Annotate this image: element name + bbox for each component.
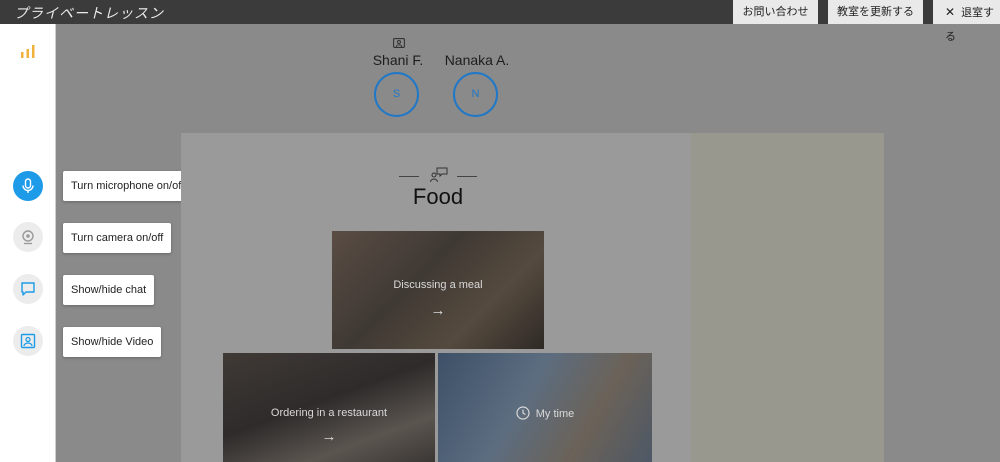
camera-tooltip: Turn camera on/off — [63, 223, 172, 253]
card-label-row: My time — [438, 406, 652, 420]
app-title: プライベートレッスン — [14, 6, 164, 22]
video-toggle-button[interactable] — [13, 326, 43, 356]
presenter-icon — [393, 38, 405, 48]
arrow-right-icon: → — [321, 428, 337, 445]
camera-toggle-button[interactable] — [13, 222, 43, 252]
card-label: My time — [535, 408, 575, 420]
lesson-card-discussing-a-meal[interactable]: Discussing a meal → — [332, 231, 544, 349]
leave-room-button[interactable]: ✕ 退室する — [933, 0, 1000, 43]
clock-icon — [516, 406, 530, 420]
lesson-card-ordering-in-a-restaurant[interactable]: Ordering in a restaurant → — [223, 353, 435, 462]
video-tooltip: Show/hide Video — [63, 327, 162, 357]
participant-name: Shani F. — [372, 52, 424, 68]
side-panel — [691, 133, 884, 462]
close-icon: ✕ — [945, 5, 956, 19]
participant-name: Nanaka A. — [444, 52, 510, 68]
webcam-icon — [22, 230, 34, 245]
arrow-right-icon: → — [430, 302, 446, 319]
sidebar — [0, 24, 56, 462]
lesson-card-my-time[interactable]: My time — [438, 353, 652, 462]
card-label: Ordering in a restaurant — [270, 407, 388, 419]
chat-tooltip: Show/hide chat — [63, 275, 155, 305]
conversation-icon — [430, 167, 448, 183]
microphone-icon — [22, 178, 34, 193]
avatar[interactable]: S — [374, 72, 419, 117]
bar-chart-icon[interactable] — [20, 44, 36, 58]
title-divider-left — [399, 176, 419, 177]
microphone-toggle-button[interactable] — [13, 171, 43, 201]
chat-toggle-button[interactable] — [13, 274, 43, 304]
lesson-title: Food — [412, 184, 464, 209]
title-divider-right — [457, 176, 477, 177]
refresh-classroom-button[interactable]: 教室を更新する — [828, 0, 923, 24]
presenter-icon — [20, 333, 36, 349]
card-label: Discussing a meal — [393, 279, 483, 291]
avatar[interactable]: N — [453, 72, 498, 117]
chat-bubble-icon — [21, 282, 35, 296]
top-bar: プライベートレッスン お問い合わせ 教室を更新する ✕ 退室する — [0, 0, 1000, 43]
contact-button[interactable]: お問い合わせ — [733, 0, 818, 24]
microphone-tooltip: Turn microphone on/off — [63, 171, 193, 201]
